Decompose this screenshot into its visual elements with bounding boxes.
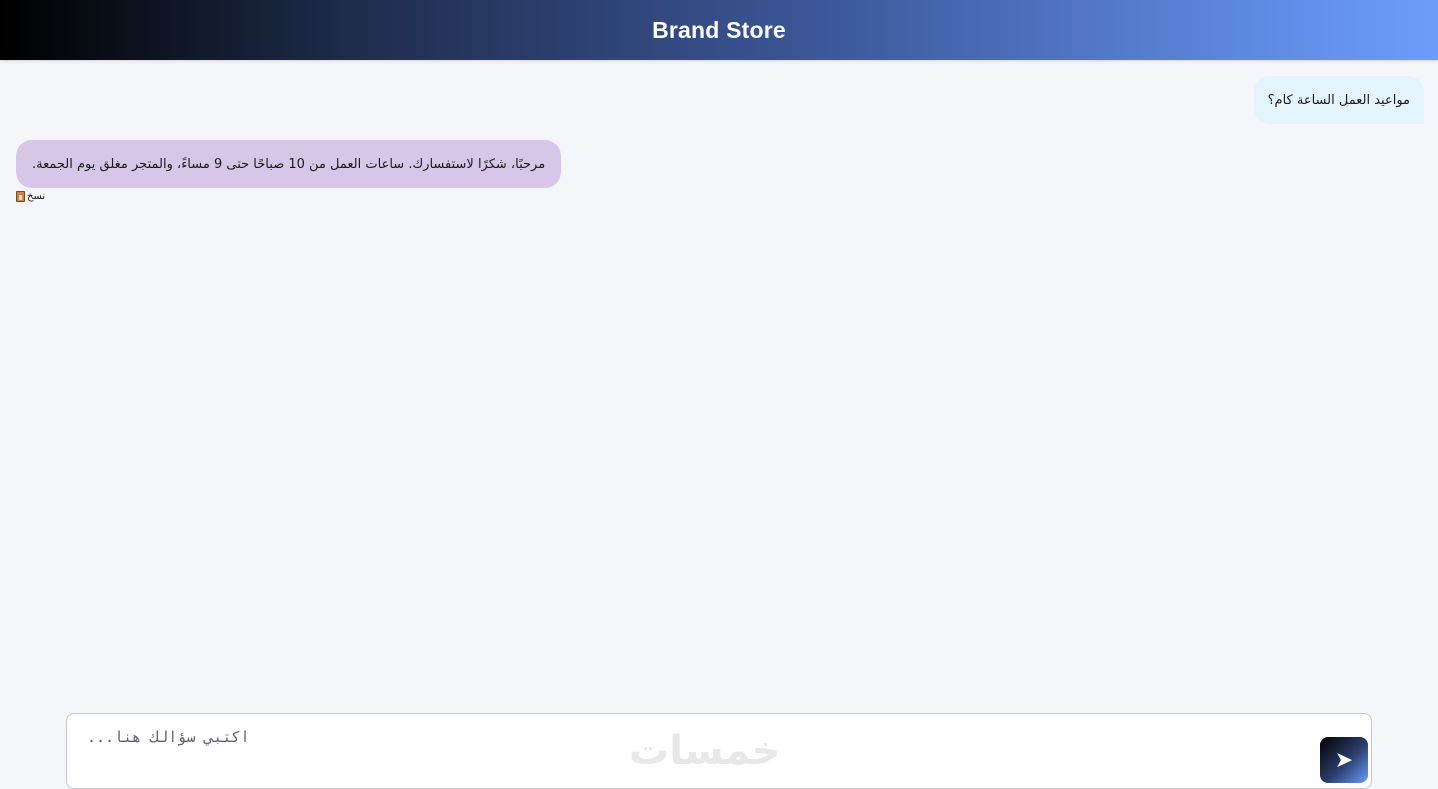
copy-label: نسخ bbox=[27, 191, 46, 202]
bot-message: مرحبًا، شكرًا لاستفسارك. ساعات العمل من … bbox=[16, 140, 562, 188]
send-button[interactable]: ➤ bbox=[1320, 737, 1368, 783]
chat-area[interactable]: مواعيد العمل الساعة كام؟ مرحبًا، شكرًا ل… bbox=[0, 60, 1438, 700]
copy-button[interactable]: نسخ bbox=[16, 191, 45, 202]
app-header: Brand Store bbox=[0, 0, 1438, 60]
clipboard-icon bbox=[16, 191, 25, 202]
store-title: Brand Store bbox=[652, 16, 786, 43]
user-message-text: مواعيد العمل الساعة كام؟ bbox=[1267, 92, 1410, 108]
bot-message-text: مرحبًا، شكرًا لاستفسارك. ساعات العمل من … bbox=[32, 156, 546, 172]
user-message: مواعيد العمل الساعة كام؟ bbox=[1253, 76, 1424, 124]
send-arrow-icon: ➤ bbox=[1334, 747, 1354, 772]
message-composer: خمسات ➤ bbox=[66, 713, 1372, 789]
question-input[interactable] bbox=[87, 728, 1297, 778]
